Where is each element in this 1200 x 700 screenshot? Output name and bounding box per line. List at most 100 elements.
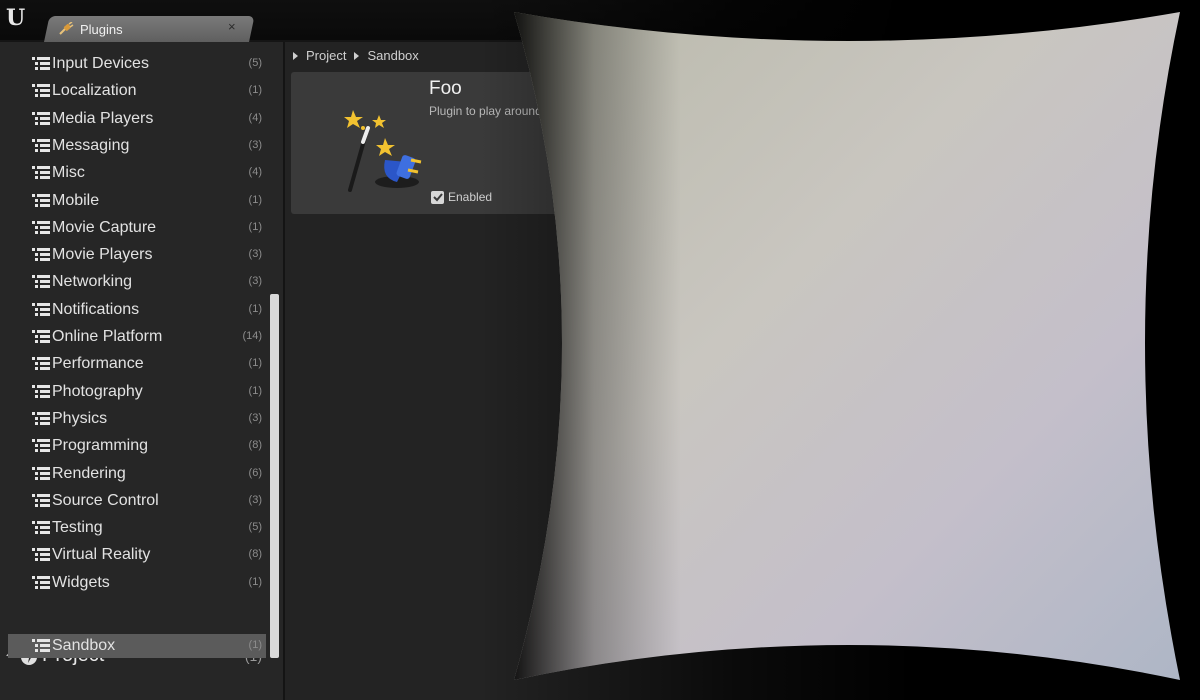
checkmark-icon [432, 193, 443, 202]
sidebar-item-networking[interactable]: Networking (3) [8, 270, 266, 294]
plugin-browser: Project Sandbox Foo Plugin to play aroun… [285, 42, 1200, 700]
sidebar-item-source-control[interactable]: Source Control (3) [8, 489, 266, 513]
list-icon [32, 493, 50, 507]
sidebar-item-label: Messaging [52, 136, 130, 154]
sidebar-item-label: Movie Capture [52, 218, 157, 236]
list-icon [32, 166, 50, 180]
sidebar-item-label: Testing [52, 519, 103, 537]
sidebar-item-movie-capture[interactable]: Movie Capture (1) [8, 216, 266, 240]
sidebar-item-count: (1) [248, 357, 262, 370]
sidebar-item-label: Misc [52, 164, 85, 182]
list-icon [32, 411, 50, 425]
list-icon [32, 548, 50, 562]
category-sidebar: Input Devices (5) Localization (1) Media Pla… [0, 42, 283, 700]
sidebar-item-movie-players[interactable]: Movie Players (3) [8, 243, 266, 267]
list-icon [32, 466, 50, 480]
breadcrumb-sandbox[interactable]: Sandbox [367, 48, 418, 63]
list-icon [32, 357, 50, 371]
unreal-logo[interactable]: U [6, 5, 32, 31]
sidebar-item-count: (3) [248, 248, 262, 261]
sidebar-item-virtual-reality[interactable]: Virtual Reality (8) [8, 543, 266, 567]
list-icon [32, 575, 50, 589]
sidebar-item-label: Performance [52, 355, 144, 373]
sidebar-item-widgets[interactable]: Widgets (1) [8, 571, 266, 595]
sidebar-item-label: Source Control [52, 491, 159, 509]
sidebar-item-label: Input Devices [52, 55, 149, 72]
list-icon [32, 138, 50, 152]
breadcrumb-arrow-icon [354, 51, 360, 60]
list-icon [32, 439, 50, 453]
sidebar-scrollbar[interactable] [270, 294, 279, 658]
tab-title: Plugins [80, 21, 123, 37]
sidebar-item-count: (1) [248, 84, 262, 97]
list-icon [32, 193, 50, 207]
enabled-toggle[interactable]: Enabled [431, 190, 492, 204]
sidebar-item-physics[interactable]: Physics (3) [8, 407, 266, 431]
sidebar-item-sandbox[interactable]: Sandbox (1) [8, 634, 266, 658]
sidebar-item-count: (1) [248, 302, 262, 315]
list-icon [32, 521, 50, 535]
sidebar-item-count: (1) [248, 220, 262, 233]
sidebar-item-count: (14) [242, 330, 262, 342]
sidebar-item-programming[interactable]: Programming (8) [8, 434, 266, 458]
sidebar-item-performance[interactable]: Performance (1) [8, 352, 266, 376]
sidebar-item-label: Online Platform [52, 328, 163, 345]
sidebar-item-count: (3) [248, 138, 262, 151]
sidebar-item-count: (1) [248, 193, 262, 206]
sidebar-item-label: Notifications [52, 300, 140, 318]
sidebar-item-online-platform[interactable]: Online Platform (14) [8, 325, 266, 349]
list-icon [32, 639, 50, 652]
sidebar-item-photography[interactable]: Photography (1) [8, 380, 266, 404]
list-icon [32, 275, 50, 289]
sidebar-item-label: Mobile [52, 191, 100, 209]
sidebar-item-label: Movie Players [52, 246, 153, 264]
sidebar-item-count: (1) [248, 575, 262, 588]
sidebar-item-label: Photography [52, 382, 143, 400]
sidebar-item-label: Physics [52, 409, 108, 427]
sidebar-item-testing[interactable]: Testing (5) [8, 516, 266, 540]
list-icon [32, 220, 50, 234]
sidebar-item-localization[interactable]: Localization (1) [8, 79, 266, 103]
enabled-checkbox[interactable] [431, 190, 444, 204]
sidebar-item-media-players[interactable]: Media Players (4) [8, 107, 266, 131]
sidebar-item-count: (4) [248, 111, 262, 124]
list-icon [32, 84, 50, 98]
sidebar-item-notifications[interactable]: Notifications (1) [8, 298, 266, 322]
breadcrumb-project[interactable]: Project [306, 48, 346, 63]
list-icon [32, 384, 50, 398]
sidebar-item-label: Networking [52, 273, 133, 291]
enabled-label: Enabled [448, 190, 493, 204]
breadcrumb: Project Sandbox [293, 48, 419, 63]
list-icon [32, 57, 50, 70]
magic-plug-icon [344, 110, 422, 192]
list-icon [32, 330, 50, 343]
close-tab-icon[interactable]: × [228, 19, 236, 34]
breadcrumb-arrow-icon [293, 51, 298, 60]
sidebar-item-misc[interactable]: Misc (4) [8, 161, 266, 185]
list-icon [32, 302, 50, 316]
sidebar-item-count: (3) [248, 411, 262, 424]
sidebar-item-count: (1) [248, 384, 262, 397]
sidebar-item-label: Widgets [52, 573, 110, 591]
list-icon [32, 111, 50, 125]
sidebar-item-label: Rendering [52, 464, 126, 482]
sidebar-item-count: (6) [248, 466, 262, 479]
sidebar-item-label: Programming [52, 437, 149, 455]
sidebar-item-rendering[interactable]: Rendering (6) [8, 462, 266, 486]
list-icon [32, 248, 50, 262]
sidebar-item-messaging[interactable]: Messaging (3) [8, 134, 266, 158]
sidebar-item-label: Sandbox [52, 637, 116, 654]
sidebar-item-count: (3) [248, 275, 262, 288]
sidebar-item-count: (8) [248, 548, 262, 561]
sidebar-item-count: (8) [248, 439, 262, 452]
sidebar-item-mobile[interactable]: Mobile (1) [8, 189, 266, 213]
sidebar-item-count: (1) [248, 639, 262, 651]
sidebar-item-label: Localization [52, 82, 137, 100]
tab-plugins-content: Plugins [58, 18, 123, 40]
sidebar-item-input-devices[interactable]: Input Devices (5) [8, 52, 266, 76]
sidebar-item-count: (4) [248, 166, 262, 179]
plugin-description: Plugin to play around with shaders. [429, 104, 616, 118]
plugin-card[interactable]: Foo Plugin to play around with shaders. … [291, 72, 711, 214]
plug-icon [59, 22, 74, 35]
sidebar-item-count: (5) [248, 57, 262, 69]
